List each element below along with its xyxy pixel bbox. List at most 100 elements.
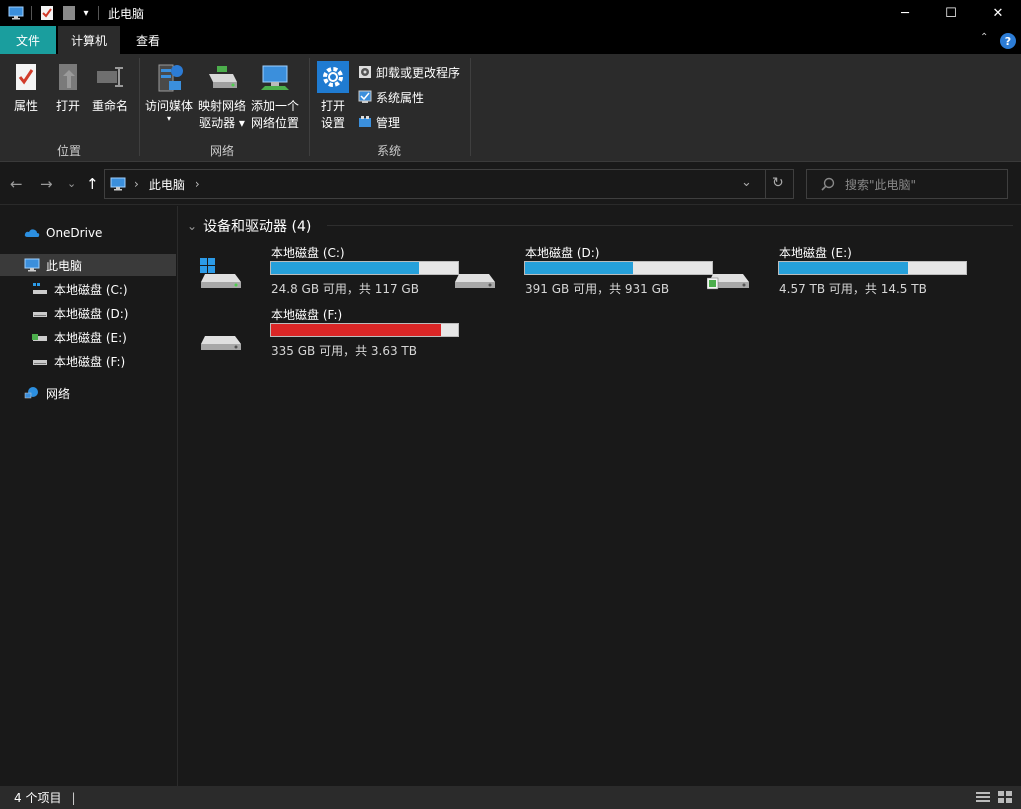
ribbon-collapse-button[interactable]: ⌃ — [980, 32, 988, 43]
search-icon — [821, 177, 835, 191]
network-location-icon — [259, 60, 291, 94]
properties-quick-icon[interactable] — [39, 5, 55, 21]
drive-usage-bar — [778, 261, 967, 275]
drive-tile-d[interactable]: 本地磁盘 (D:) 391 GB 可用，共 931 GB — [453, 244, 713, 300]
settings-gear-icon — [317, 60, 349, 94]
add-network-location-button[interactable]: 添加一个 网络位置 — [250, 60, 300, 132]
quick-access-dropdown[interactable]: ▾ — [81, 5, 91, 21]
window-title: 此电脑 — [108, 6, 145, 21]
sidebar-item-network[interactable]: 网络 — [0, 382, 176, 404]
manage-button[interactable]: 管理 — [358, 112, 400, 132]
drive-icon — [453, 256, 499, 290]
open-label: 打开 — [55, 99, 80, 113]
sidebar-item-this-pc[interactable]: 此电脑 — [0, 254, 176, 276]
group-label-location: 位置 — [57, 144, 82, 158]
group-divider — [470, 58, 471, 156]
address-bar[interactable]: › 此电脑 › ⌄ ↻ — [104, 169, 794, 199]
add-location-label-line2: 网络位置 — [250, 116, 299, 130]
access-media-dropdown-icon: ▾ — [166, 114, 171, 123]
group-divider — [309, 58, 310, 156]
sidebar-item-label: 网络 — [46, 386, 71, 401]
search-box[interactable]: 搜索"此电脑" — [806, 169, 1008, 199]
drive-usage-fill — [271, 262, 419, 274]
system-properties-button[interactable]: 系统属性 — [358, 87, 424, 107]
drive-name: 本地磁盘 (E:) — [779, 246, 852, 260]
chevron-down-icon: ⌄ — [187, 219, 198, 233]
sidebar-item-drive-e[interactable]: 本地磁盘 (E:) — [0, 326, 176, 348]
access-media-button[interactable]: 访问媒体 ▾ — [144, 60, 194, 123]
up-button[interactable]: ↑ — [86, 175, 99, 193]
forward-button[interactable]: → — [40, 175, 53, 193]
breadcrumb-this-pc[interactable]: 此电脑 — [149, 176, 185, 193]
open-settings-label-line2: 设置 — [320, 116, 345, 130]
windows-drive-icon — [32, 282, 48, 296]
sidebar-item-label: OneDrive — [46, 226, 103, 240]
status-separator: | — [71, 790, 76, 805]
add-location-label-line1: 添加一个 — [250, 99, 299, 113]
drive-tile-f[interactable]: 本地磁盘 (F:) 335 GB 可用，共 3.63 TB — [199, 306, 459, 362]
drive-tile-e[interactable]: 本地磁盘 (E:) 4.57 TB 可用，共 14.5 TB — [706, 244, 967, 300]
drive-free-space: 24.8 GB 可用，共 117 GB — [271, 282, 419, 296]
drive-usage-fill — [525, 262, 634, 274]
close-button[interactable]: ✕ — [975, 0, 1021, 26]
access-media-label: 访问媒体 — [144, 99, 193, 113]
network-drive-icon — [205, 60, 239, 94]
drive-badge-icon — [32, 330, 48, 344]
windows-drive-icon — [199, 256, 245, 290]
section-divider — [327, 225, 1013, 226]
open-settings-label-line1: 打开 — [320, 99, 345, 113]
properties-icon — [14, 60, 38, 94]
section-header-devices[interactable]: ⌄ 设备和驱动器 (4) — [187, 216, 311, 236]
details-view-icon[interactable] — [976, 791, 990, 803]
recent-locations-button[interactable]: ⌄ — [67, 177, 76, 190]
properties-button[interactable]: 属性 — [10, 60, 42, 115]
sidebar-item-label: 本地磁盘 (E:) — [54, 330, 127, 345]
drive-badge-icon — [706, 256, 753, 290]
drive-name: 本地磁盘 (D:) — [525, 246, 600, 260]
rename-button[interactable]: 重命名 — [90, 60, 130, 115]
ribbon: 属性 打开 重命名 位置 访问媒体 ▾ 映射网络 驱动器 ▾ 添加一个 网络位置 — [0, 54, 1021, 162]
breadcrumb-separator[interactable]: › — [134, 177, 139, 191]
address-dropdown-button[interactable]: ⌄ — [741, 175, 752, 190]
item-count: 4 个项目 — [14, 791, 62, 805]
refresh-button[interactable]: ↻ — [772, 175, 784, 191]
drive-name: 本地磁盘 (C:) — [271, 246, 345, 260]
tab-file[interactable]: 文件 — [0, 26, 56, 54]
sidebar-item-label: 此电脑 — [46, 258, 83, 273]
network-icon — [24, 386, 40, 400]
drive-tile-c[interactable]: 本地磁盘 (C:) 24.8 GB 可用，共 117 GB — [199, 244, 459, 300]
this-pc-icon[interactable] — [8, 5, 24, 21]
help-icon[interactable]: ? — [1000, 33, 1016, 49]
drive-usage-fill — [271, 324, 442, 336]
breadcrumb-chevron[interactable]: › — [195, 177, 200, 191]
sidebar-item-drive-f[interactable]: 本地磁盘 (F:) — [0, 350, 176, 372]
new-folder-quick-icon[interactable] — [61, 5, 77, 21]
open-settings-button[interactable]: 打开 设置 — [316, 60, 350, 132]
tab-view[interactable]: 查看 — [122, 26, 174, 54]
title-bar: ▾ 此电脑 ─ ☐ ✕ — [0, 0, 1021, 26]
minimize-button[interactable]: ─ — [882, 0, 928, 26]
uninstall-program-button[interactable]: 卸载或更改程序 — [358, 62, 460, 82]
drive-free-space: 335 GB 可用，共 3.63 TB — [271, 344, 417, 358]
sidebar-item-drive-c[interactable]: 本地磁盘 (C:) — [0, 278, 176, 300]
rename-icon — [95, 60, 125, 94]
properties-label: 属性 — [13, 99, 38, 113]
search-input[interactable]: 搜索"此电脑" — [845, 176, 916, 193]
map-network-drive-button[interactable]: 映射网络 驱动器 ▾ — [197, 60, 247, 132]
system-properties-label: 系统属性 — [376, 90, 425, 105]
open-icon — [55, 60, 81, 94]
group-divider — [139, 58, 140, 156]
drive-icon — [199, 318, 245, 352]
sidebar-item-label: 本地磁盘 (D:) — [54, 306, 129, 321]
group-label-network: 网络 — [210, 144, 235, 158]
maximize-button[interactable]: ☐ — [928, 0, 974, 26]
sidebar-item-drive-d[interactable]: 本地磁盘 (D:) — [0, 302, 176, 324]
large-icons-view-icon[interactable] — [998, 791, 1012, 803]
ribbon-tabs: 文件 计算机 查看 ⌃ — [0, 26, 1021, 54]
sidebar-item-onedrive[interactable]: OneDrive — [0, 222, 176, 244]
this-pc-icon — [110, 177, 126, 191]
open-button[interactable]: 打开 — [52, 60, 84, 115]
tab-computer[interactable]: 计算机 — [58, 26, 120, 54]
back-button[interactable]: ← — [10, 175, 23, 193]
sidebar-item-label: 本地磁盘 (F:) — [54, 354, 126, 369]
